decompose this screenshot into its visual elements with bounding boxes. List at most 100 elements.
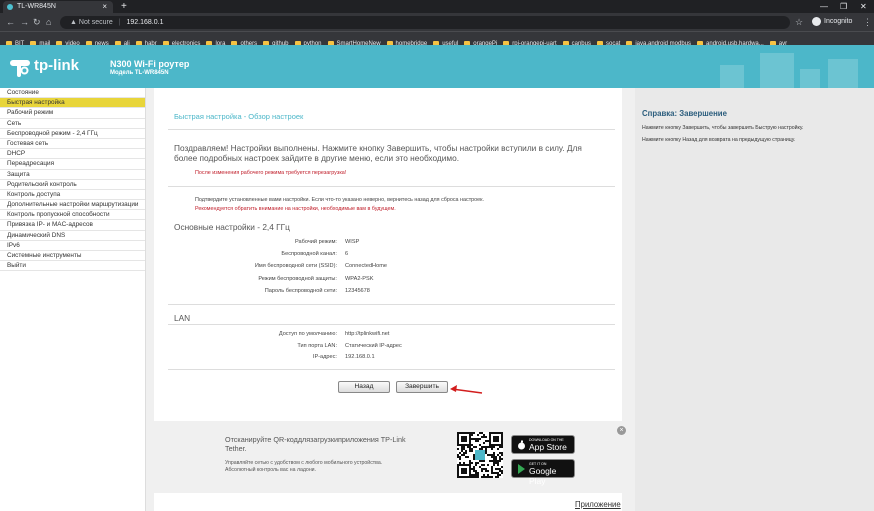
setting-label: Рабочий режим: (295, 239, 337, 245)
sidebar-item[interactable]: Сеть (0, 119, 145, 129)
annotation-arrow-icon (450, 385, 483, 394)
address-bar[interactable]: ▲ Not secure | 192.168.0.1 (60, 16, 790, 29)
bookmark-item[interactable]: mail (30, 38, 50, 45)
wireless-section-title: Основные настройки - 2,4 ГГц (174, 222, 290, 232)
bookmark-item[interactable]: video (56, 38, 80, 45)
sidebar-item[interactable]: Контроль доступа (0, 190, 145, 201)
incognito-indicator[interactable]: Incognito (812, 16, 852, 28)
bookmark-item[interactable]: python (294, 38, 322, 45)
setting-value: WPA2-PSK (345, 275, 374, 282)
help-line-2: Нажмите кнопку Назад для возврата на пре… (642, 137, 796, 143)
browser-tab[interactable]: TL-WR845N × (3, 1, 113, 13)
maximize-icon[interactable]: ❐ (840, 0, 847, 13)
lan-section-title: LAN (174, 313, 191, 323)
bookmark-item[interactable]: rpi-orangepi-uart (503, 38, 557, 45)
sidebar-item[interactable]: DHCP (0, 149, 145, 160)
setting-label: Имя беспроводной сети (SSID): (254, 263, 337, 270)
bookmark-item[interactable]: java,android modbus (626, 38, 691, 45)
sidebar-item[interactable]: Рабочий режим (0, 108, 145, 119)
setting-label: Доступ по умолчанию: (278, 331, 337, 337)
help-panel (635, 88, 874, 511)
sidebar-item[interactable]: IPv6 (0, 241, 145, 251)
google-play-button[interactable]: GET IT ON Google Play (511, 459, 575, 486)
forward-arrow-icon[interactable]: → (20, 16, 29, 28)
bookmark-item[interactable]: useful (433, 38, 458, 45)
setting-value: Статический IP-адрес (345, 342, 402, 349)
google-play-icon (518, 464, 525, 474)
sidebar-item[interactable]: Переадресация (0, 159, 145, 170)
sidebar-item[interactable]: Привязка IP- и MAC-адресов (0, 220, 145, 231)
sidebar-item[interactable]: Системные инструменты (0, 251, 145, 262)
sidebar-item[interactable]: Гостевая сеть (0, 139, 145, 150)
promo-title: Отсканируйте QR-коддлязагрузкиприложения… (225, 435, 406, 453)
header-decoration (800, 69, 820, 88)
tab-close-icon[interactable]: × (102, 1, 107, 13)
url-text: 192.168.0.1 (126, 19, 164, 26)
router-title: N300 Wi-Fi роутер (110, 59, 190, 69)
sidebar-menu: Состояние Быстрая настройка Рабочий режим С… (0, 88, 146, 511)
sidebar-item[interactable]: Беспроводной режим - 2,4 ГГц (0, 129, 145, 139)
setting-value: http://tplinkwifi.net (345, 331, 390, 337)
finish-button[interactable]: Завершить (396, 381, 448, 393)
promo-text: Управляйте сетью с удобством с любого мо… (225, 460, 383, 474)
tplink-logo-icon (10, 60, 30, 77)
bookmark-item[interactable]: lora (206, 38, 225, 45)
browser-toolbar: ← → ↻ ⌂ ▲ Not secure | 192.168.0.1 ☆ Inc… (0, 13, 874, 31)
router-model: Модель TL-WR845N (110, 70, 169, 76)
bookmark-item[interactable]: avr (769, 38, 787, 45)
bookmark-item[interactable]: BIT (6, 38, 24, 45)
bookmark-item[interactable]: socat (596, 38, 620, 45)
sidebar-item[interactable]: Контроль пропускной способности (0, 210, 145, 221)
sidebar-item[interactable]: Состояние (0, 88, 145, 99)
setting-label: Тип порта LAN: (297, 342, 337, 349)
warning-icon: ▲ (70, 19, 77, 26)
bookmark-item[interactable]: electronics (162, 38, 200, 45)
bookmark-item[interactable]: news (85, 38, 109, 45)
setting-label: IP-адрес: (312, 354, 337, 360)
sidebar-item[interactable]: Выйти (0, 261, 145, 272)
bookmark-star-icon[interactable]: ☆ (795, 16, 803, 28)
browser-tabbar: TL-WR845N × + — ❐ ✕ (0, 0, 874, 13)
apple-icon (518, 440, 525, 450)
reload-icon[interactable]: ↻ (33, 16, 41, 28)
header-decoration (720, 65, 744, 88)
setting-label: Беспроводной канал: (281, 251, 337, 258)
minimize-icon[interactable]: — (820, 0, 828, 13)
not-secure-label: Not secure (78, 19, 113, 26)
setting-value: 12345678 (345, 287, 370, 294)
tab-favicon-icon (7, 4, 13, 10)
sidebar-item[interactable]: Родительский контроль (0, 180, 145, 190)
home-icon[interactable]: ⌂ (46, 16, 51, 28)
promo-close-icon[interactable]: × (617, 426, 626, 435)
back-button[interactable]: Назад (338, 381, 390, 393)
bookmark-item[interactable]: homebridge (386, 38, 427, 45)
bookmark-item[interactable]: android.usb.hardwa... (697, 38, 764, 45)
divider (168, 369, 615, 370)
sidebar-item[interactable]: Дополнительные настройки маршрутизации (0, 200, 145, 211)
setting-value: 192.168.0.1 (345, 354, 375, 360)
incognito-icon (812, 16, 821, 26)
back-arrow-icon[interactable]: ← (6, 16, 15, 28)
bookmark-item[interactable]: SmartHomeNew (327, 38, 381, 45)
window-close-icon[interactable]: ✕ (860, 0, 867, 13)
tplink-logo-text: tp-link (34, 57, 79, 74)
url-separator: | (118, 19, 121, 26)
bookmark-item[interactable]: ali (114, 38, 130, 45)
bookmarks-bar: BIT mail video news ali habr electronics lora ot… (0, 31, 874, 45)
app-store-button[interactable]: DOWNLOAD ON THE App Store (511, 435, 575, 454)
new-tab-button[interactable]: + (121, 0, 127, 13)
bookmark-item[interactable]: others (231, 38, 257, 45)
bookmark-item[interactable]: canbus (562, 38, 591, 45)
setting-label: Пароль беспроводной сети: (264, 287, 337, 294)
browser-menu-icon[interactable]: ⋮ (863, 16, 872, 28)
divider (168, 324, 615, 325)
sidebar-item[interactable]: Динамический DNS (0, 231, 145, 241)
sidebar-item[interactable]: Быстрая настройка (0, 98, 145, 109)
attention-note: Рекомендуется обратить внимание на настр… (195, 206, 396, 212)
sidebar-item[interactable]: Защита (0, 170, 145, 180)
bookmark-item[interactable]: habr (135, 38, 157, 45)
app-link[interactable]: Приложение (575, 500, 621, 509)
bookmark-item[interactable]: github (263, 38, 289, 45)
header-decoration (760, 53, 794, 88)
bookmark-item[interactable]: orangePi (464, 38, 497, 45)
